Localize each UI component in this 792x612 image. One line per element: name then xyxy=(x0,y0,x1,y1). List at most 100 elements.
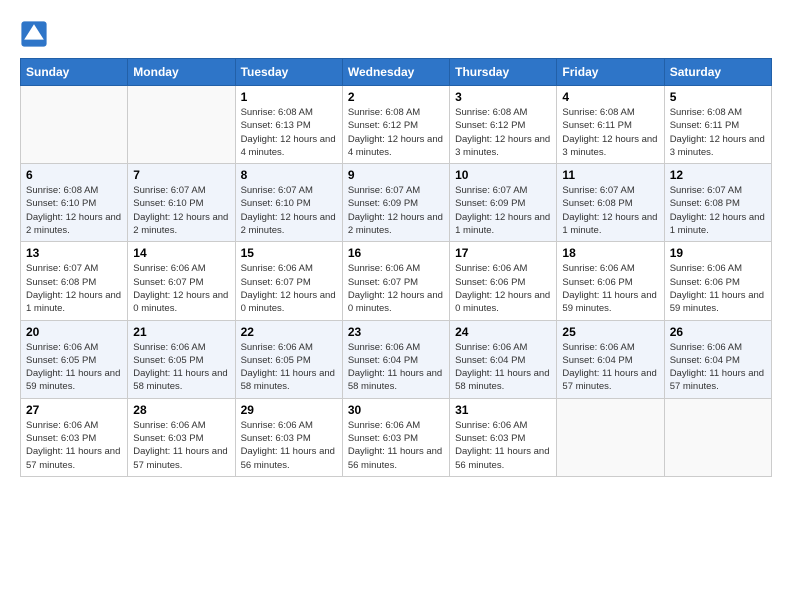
day-info: Sunrise: 6:08 AM Sunset: 6:12 PM Dayligh… xyxy=(455,106,551,159)
day-number: 16 xyxy=(348,246,444,260)
calendar-cell: 16 Sunrise: 6:06 AM Sunset: 6:07 PM Dayli… xyxy=(342,242,449,320)
day-info: Sunrise: 6:06 AM Sunset: 6:04 PM Dayligh… xyxy=(562,341,658,394)
day-number: 27 xyxy=(26,403,122,417)
calendar-week-row: 27 Sunrise: 6:06 AM Sunset: 6:03 PM Dayli… xyxy=(21,398,772,476)
calendar-cell: 3 Sunrise: 6:08 AM Sunset: 6:12 PM Daylig… xyxy=(450,86,557,164)
calendar-cell: 24 Sunrise: 6:06 AM Sunset: 6:04 PM Dayli… xyxy=(450,320,557,398)
day-number: 19 xyxy=(670,246,766,260)
weekday-header-sunday: Sunday xyxy=(21,59,128,86)
day-number: 9 xyxy=(348,168,444,182)
calendar-cell: 27 Sunrise: 6:06 AM Sunset: 6:03 PM Dayli… xyxy=(21,398,128,476)
calendar-cell: 2Sunrise: 6:08 AM Sunset: 6:12 PM Daylig… xyxy=(342,86,449,164)
day-number: 10 xyxy=(455,168,551,182)
calendar-cell: 4 Sunrise: 6:08 AM Sunset: 6:11 PM Daylig… xyxy=(557,86,664,164)
day-number: 4 xyxy=(562,90,658,104)
day-number: 8 xyxy=(241,168,337,182)
day-info: Sunrise: 6:06 AM Sunset: 6:03 PM Dayligh… xyxy=(133,419,229,472)
calendar-cell: 13 Sunrise: 6:07 AM Sunset: 6:08 PM Dayli… xyxy=(21,242,128,320)
day-info: Sunrise: 6:07 AM Sunset: 6:10 PM Dayligh… xyxy=(241,184,337,237)
calendar-cell: 25 Sunrise: 6:06 AM Sunset: 6:04 PM Dayli… xyxy=(557,320,664,398)
day-number: 14 xyxy=(133,246,229,260)
day-info: Sunrise: 6:06 AM Sunset: 6:07 PM Dayligh… xyxy=(241,262,337,315)
day-number: 25 xyxy=(562,325,658,339)
calendar-week-row: 20 Sunrise: 6:06 AM Sunset: 6:05 PM Dayli… xyxy=(21,320,772,398)
day-number: 20 xyxy=(26,325,122,339)
calendar-cell: 9 Sunrise: 6:07 AM Sunset: 6:09 PM Daylig… xyxy=(342,164,449,242)
day-info: Sunrise: 6:06 AM Sunset: 6:05 PM Dayligh… xyxy=(26,341,122,394)
day-info: Sunrise: 6:08 AM Sunset: 6:11 PM Dayligh… xyxy=(562,106,658,159)
calendar-cell: 1 Sunrise: 6:08 AM Sunset: 6:13 PM Daylig… xyxy=(235,86,342,164)
day-number: 30 xyxy=(348,403,444,417)
day-number: 21 xyxy=(133,325,229,339)
day-number: 22 xyxy=(241,325,337,339)
day-number: 31 xyxy=(455,403,551,417)
calendar-cell: 7 Sunrise: 6:07 AM Sunset: 6:10 PM Daylig… xyxy=(128,164,235,242)
day-info: Sunrise: 6:06 AM Sunset: 6:03 PM Dayligh… xyxy=(26,419,122,472)
weekday-header-row: SundayMondayTuesdayWednesdayThursdayFrid… xyxy=(21,59,772,86)
day-info: Sunrise: 6:08 AM Sunset: 6:10 PM Dayligh… xyxy=(26,184,122,237)
calendar-cell: 30 Sunrise: 6:06 AM Sunset: 6:03 PM Dayli… xyxy=(342,398,449,476)
day-info: Sunrise: 6:06 AM Sunset: 6:06 PM Dayligh… xyxy=(562,262,658,315)
day-number: 6 xyxy=(26,168,122,182)
day-number: 26 xyxy=(670,325,766,339)
day-number: 5 xyxy=(670,90,766,104)
day-info: Sunrise: 6:07 AM Sunset: 6:09 PM Dayligh… xyxy=(348,184,444,237)
calendar-cell: 20 Sunrise: 6:06 AM Sunset: 6:05 PM Dayli… xyxy=(21,320,128,398)
day-info: Sunrise: 6:06 AM Sunset: 6:04 PM Dayligh… xyxy=(455,341,551,394)
calendar-week-row: 6 Sunrise: 6:08 AM Sunset: 6:10 PM Daylig… xyxy=(21,164,772,242)
day-number: 28 xyxy=(133,403,229,417)
page-header xyxy=(20,20,772,48)
calendar-cell: 18Sunrise: 6:06 AM Sunset: 6:06 PM Dayli… xyxy=(557,242,664,320)
weekday-header-tuesday: Tuesday xyxy=(235,59,342,86)
day-info: Sunrise: 6:06 AM Sunset: 6:06 PM Dayligh… xyxy=(670,262,766,315)
day-number: 15 xyxy=(241,246,337,260)
calendar-cell: 28 Sunrise: 6:06 AM Sunset: 6:03 PM Dayli… xyxy=(128,398,235,476)
day-info: Sunrise: 6:06 AM Sunset: 6:03 PM Dayligh… xyxy=(241,419,337,472)
calendar-cell: 26 Sunrise: 6:06 AM Sunset: 6:04 PM Dayli… xyxy=(664,320,771,398)
calendar-cell: 15 Sunrise: 6:06 AM Sunset: 6:07 PM Dayli… xyxy=(235,242,342,320)
day-info: Sunrise: 6:07 AM Sunset: 6:09 PM Dayligh… xyxy=(455,184,551,237)
day-number: 17 xyxy=(455,246,551,260)
day-info: Sunrise: 6:07 AM Sunset: 6:08 PM Dayligh… xyxy=(562,184,658,237)
calendar-cell xyxy=(21,86,128,164)
calendar-cell: 17 Sunrise: 6:06 AM Sunset: 6:06 PM Dayli… xyxy=(450,242,557,320)
calendar-cell xyxy=(128,86,235,164)
day-info: Sunrise: 6:06 AM Sunset: 6:05 PM Dayligh… xyxy=(241,341,337,394)
calendar-cell: 19 Sunrise: 6:06 AM Sunset: 6:06 PM Dayli… xyxy=(664,242,771,320)
calendar-cell: 8 Sunrise: 6:07 AM Sunset: 6:10 PM Daylig… xyxy=(235,164,342,242)
calendar-week-row: 13 Sunrise: 6:07 AM Sunset: 6:08 PM Dayli… xyxy=(21,242,772,320)
calendar-week-row: 1 Sunrise: 6:08 AM Sunset: 6:13 PM Daylig… xyxy=(21,86,772,164)
calendar-cell: 22 Sunrise: 6:06 AM Sunset: 6:05 PM Dayli… xyxy=(235,320,342,398)
day-number: 29 xyxy=(241,403,337,417)
day-info: Sunrise: 6:06 AM Sunset: 6:06 PM Dayligh… xyxy=(455,262,551,315)
day-info: Sunrise: 6:07 AM Sunset: 6:08 PM Dayligh… xyxy=(670,184,766,237)
day-info: Sunrise: 6:07 AM Sunset: 6:10 PM Dayligh… xyxy=(133,184,229,237)
day-number: 11 xyxy=(562,168,658,182)
calendar-cell: 21 Sunrise: 6:06 AM Sunset: 6:05 PM Dayli… xyxy=(128,320,235,398)
day-number: 1 xyxy=(241,90,337,104)
weekday-header-saturday: Saturday xyxy=(664,59,771,86)
day-info: Sunrise: 6:06 AM Sunset: 6:03 PM Dayligh… xyxy=(455,419,551,472)
calendar-table: SundayMondayTuesdayWednesdayThursdayFrid… xyxy=(20,58,772,477)
calendar-cell: 5 Sunrise: 6:08 AM Sunset: 6:11 PM Daylig… xyxy=(664,86,771,164)
day-number: 23 xyxy=(348,325,444,339)
day-info: Sunrise: 6:06 AM Sunset: 6:05 PM Dayligh… xyxy=(133,341,229,394)
day-number: 24 xyxy=(455,325,551,339)
day-number: 13 xyxy=(26,246,122,260)
day-info: Sunrise: 6:07 AM Sunset: 6:08 PM Dayligh… xyxy=(26,262,122,315)
calendar-cell: 12 Sunrise: 6:07 AM Sunset: 6:08 PM Dayli… xyxy=(664,164,771,242)
day-info: Sunrise: 6:06 AM Sunset: 6:07 PM Dayligh… xyxy=(133,262,229,315)
day-number: 7 xyxy=(133,168,229,182)
day-info: Sunrise: 6:06 AM Sunset: 6:03 PM Dayligh… xyxy=(348,419,444,472)
calendar-cell: 10 Sunrise: 6:07 AM Sunset: 6:09 PM Dayli… xyxy=(450,164,557,242)
calendar-cell: 31 Sunrise: 6:06 AM Sunset: 6:03 PM Dayli… xyxy=(450,398,557,476)
day-info: Sunrise: 6:06 AM Sunset: 6:07 PM Dayligh… xyxy=(348,262,444,315)
day-number: 12 xyxy=(670,168,766,182)
day-info: Sunrise: 6:08 AM Sunset: 6:13 PM Dayligh… xyxy=(241,106,337,159)
weekday-header-wednesday: Wednesday xyxy=(342,59,449,86)
calendar-cell: 11 Sunrise: 6:07 AM Sunset: 6:08 PM Dayli… xyxy=(557,164,664,242)
day-number: 2 xyxy=(348,90,444,104)
day-info: Sunrise: 6:06 AM Sunset: 6:04 PM Dayligh… xyxy=(670,341,766,394)
day-info: Sunrise: 6:08 AM Sunset: 6:11 PM Dayligh… xyxy=(670,106,766,159)
day-number: 3 xyxy=(455,90,551,104)
